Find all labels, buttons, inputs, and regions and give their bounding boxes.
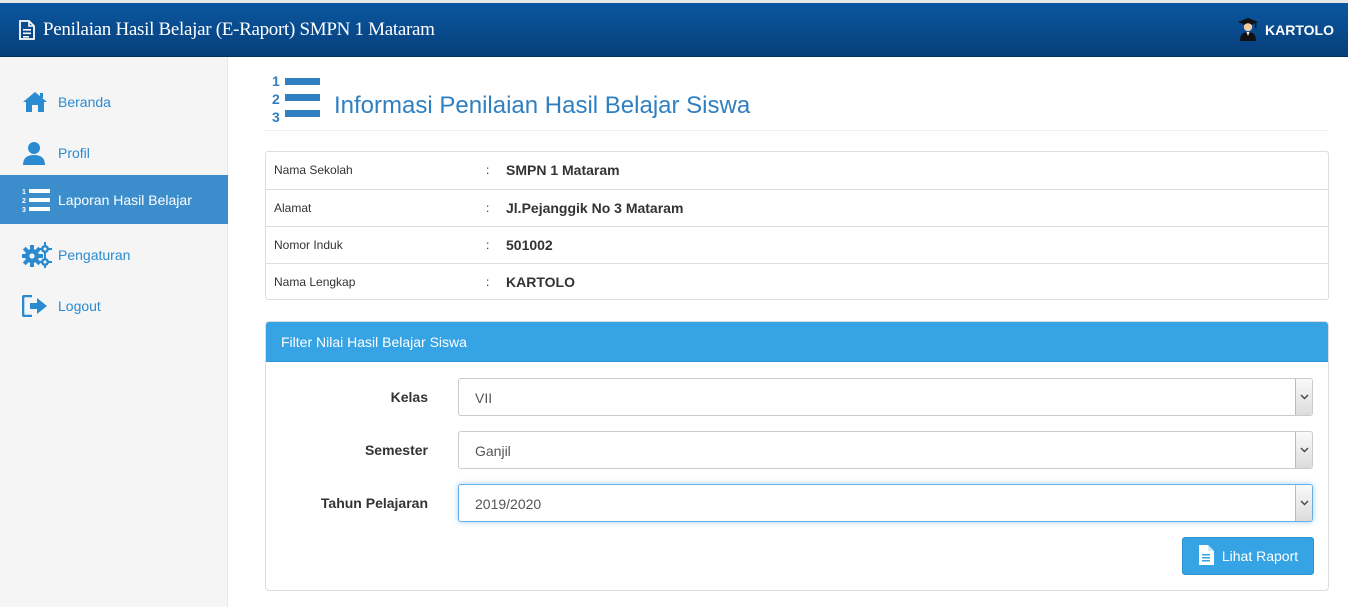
user-icon (0, 128, 58, 177)
info-key: Nama Sekolah (274, 163, 353, 177)
lihat-raport-button[interactable]: Lihat Raport (1182, 537, 1314, 575)
top-navbar: Penilaian Hasil Belajar (E-Raport) SMPN … (0, 3, 1348, 57)
user-menu[interactable]: KARTOLO (1237, 17, 1334, 43)
kelas-row: Kelas VII (266, 378, 1328, 416)
semester-selected-value: Ganjil (475, 443, 511, 459)
sidebar-item-label: Logout (58, 297, 101, 314)
info-key: Nama Lengkap (274, 275, 356, 289)
sidebar-item-label: Pengaturan (58, 246, 131, 263)
semester-select[interactable]: Ganjil (458, 431, 1313, 469)
kelas-select[interactable]: VII (458, 378, 1313, 416)
logout-icon (0, 281, 58, 330)
svg-text:1: 1 (272, 73, 280, 89)
app-brand[interactable]: Penilaian Hasil Belajar (E-Raport) SMPN … (18, 17, 435, 43)
sidebar-item-label: Beranda (58, 93, 111, 110)
chevron-down-icon[interactable] (1295, 432, 1312, 468)
svg-text:3: 3 (272, 109, 280, 124)
semester-label: Semester (364, 442, 428, 458)
info-key: Alamat (274, 201, 312, 215)
table-row: Nomor Induk : 501002 (266, 226, 1328, 263)
table-row: Alamat : Jl.Pejanggik No 3 Mataram (266, 189, 1328, 226)
app-title: Penilaian Hasil Belajar (E-Raport) SMPN … (43, 19, 435, 40)
info-separator: : (486, 275, 490, 289)
sidebar-item-beranda[interactable]: Beranda (0, 77, 228, 126)
semester-row: Semester Ganjil (266, 431, 1328, 469)
sidebar-item-logout[interactable]: Logout (0, 281, 228, 330)
page-header: 1 2 3 Informasi Penilaian Hasil Belajar … (265, 70, 1328, 131)
kelas-label: Kelas (390, 389, 428, 405)
filter-panel-heading: Filter Nilai Hasil Belajar Siswa (266, 322, 1328, 362)
document-icon (18, 20, 36, 40)
tahun-pelajaran-selected-value: 2019/2020 (475, 496, 542, 512)
info-value: SMPN 1 Mataram (506, 162, 620, 178)
sidebar-item-pengaturan[interactable]: Pengaturan (0, 230, 228, 279)
file-text-icon (1198, 544, 1214, 568)
page-title: Informasi Penilaian Hasil Belajar Siswa (334, 92, 751, 119)
info-value: 501002 (506, 237, 553, 253)
filter-panel: Filter Nilai Hasil Belajar Siswa Kelas V… (265, 321, 1329, 591)
svg-text:1: 1 (22, 189, 26, 196)
kelas-selected-value: VII (475, 390, 493, 406)
info-value: KARTOLO (506, 274, 575, 290)
table-row: Nama Lengkap : KARTOLO (266, 263, 1328, 300)
info-separator: : (486, 238, 490, 252)
info-key: Nomor Induk (274, 238, 343, 252)
home-icon (0, 77, 58, 126)
ordered-list-icon: 1 2 3 (271, 72, 321, 129)
info-separator: : (486, 201, 490, 215)
svg-text:3: 3 (22, 207, 26, 213)
sidebar-item-profil[interactable]: Profil (0, 128, 228, 177)
lihat-raport-label: Lihat Raport (1221, 548, 1299, 564)
chevron-down-icon[interactable] (1295, 379, 1312, 415)
chevron-down-icon[interactable] (1295, 485, 1312, 521)
tahun-pelajaran-label: Tahun Pelajaran (320, 495, 428, 511)
info-value: Jl.Pejanggik No 3 Mataram (506, 200, 684, 216)
svg-text:2: 2 (272, 91, 280, 107)
tahun-pelajaran-row: Tahun Pelajaran 2019/2020 (266, 484, 1328, 522)
sidebar: Beranda Profil 1 2 3 Laporan Hasil Belaj… (0, 57, 228, 607)
sidebar-item-label: Profil (58, 144, 90, 161)
gears-icon (0, 230, 58, 279)
sidebar-item-laporan[interactable]: 1 2 3 Laporan Hasil Belajar (0, 175, 228, 224)
graduate-avatar-icon (1237, 17, 1259, 44)
student-info-table: Nama Sekolah : SMPN 1 Mataram Alamat : J… (265, 151, 1329, 300)
svg-text:2: 2 (22, 198, 26, 205)
ordered-list-icon: 1 2 3 (0, 175, 58, 224)
sidebar-item-label: Laporan Hasil Belajar (58, 191, 192, 208)
table-row: Nama Sekolah : SMPN 1 Mataram (266, 152, 1328, 189)
tahun-pelajaran-select[interactable]: 2019/2020 (458, 484, 1313, 522)
user-name: KARTOLO (1265, 22, 1334, 38)
info-separator: : (486, 163, 490, 177)
